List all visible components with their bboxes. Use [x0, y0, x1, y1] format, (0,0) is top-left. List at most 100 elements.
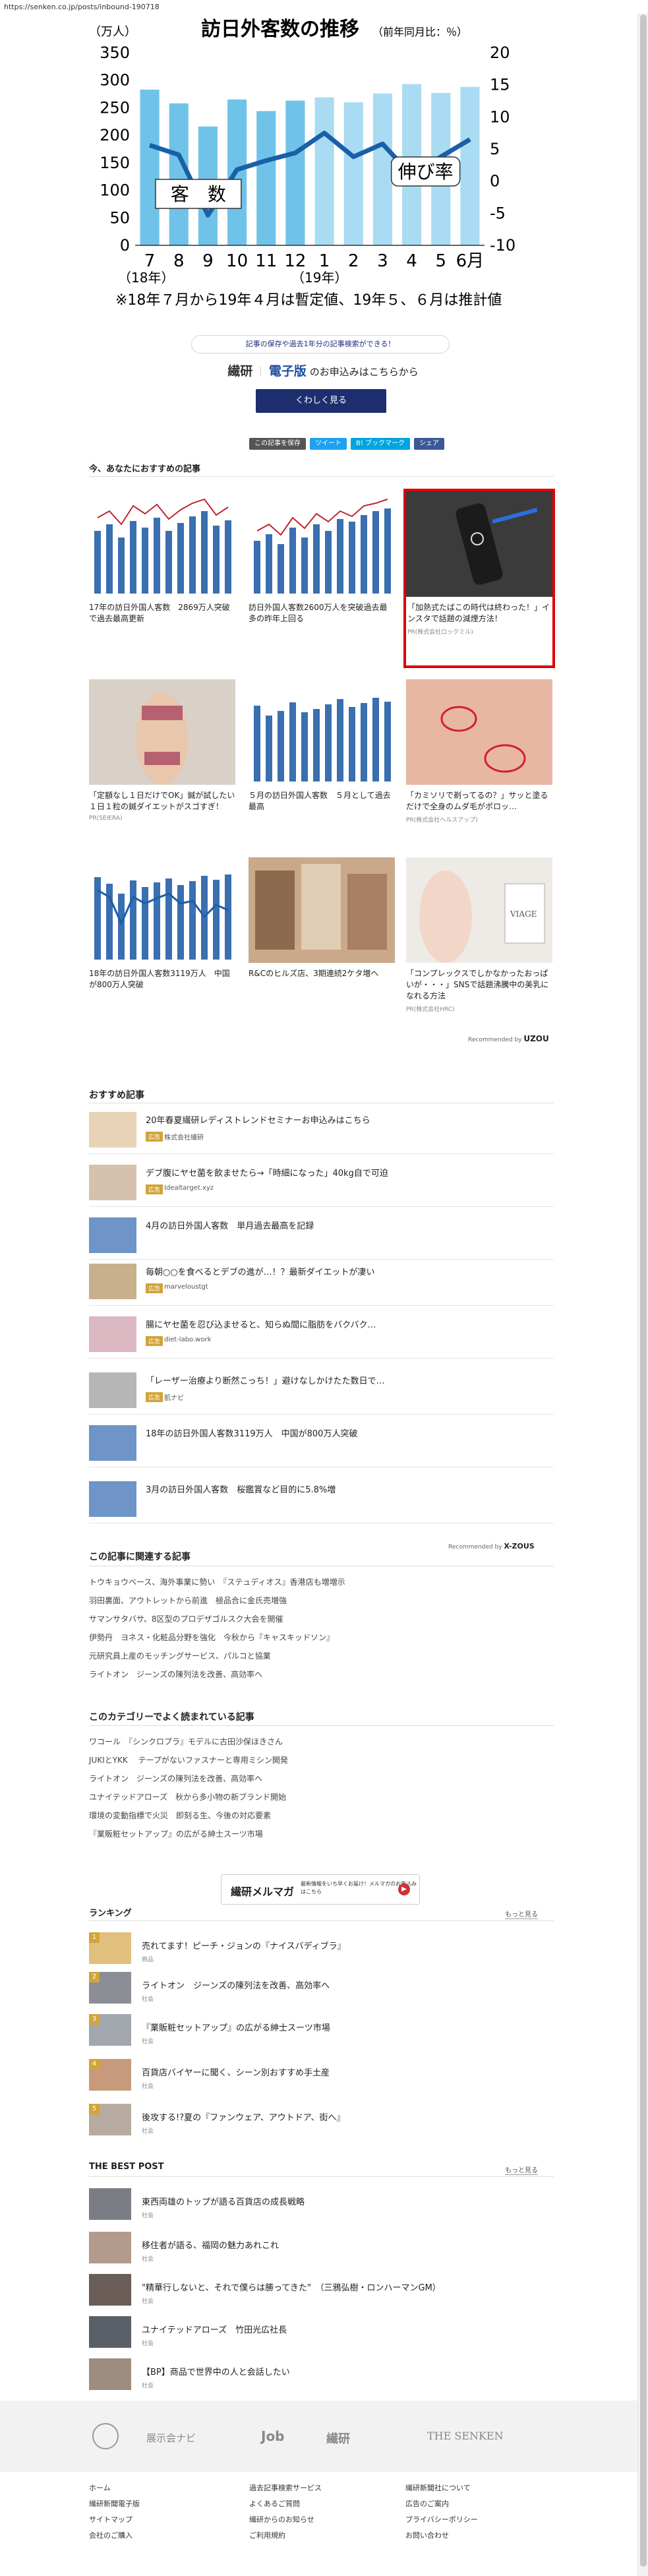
related-article-link[interactable]: 元研究員上産のモッチングサービス、パルコと協業 [89, 1650, 271, 1661]
rec-card-6[interactable]: 「カミソリで剃ってるの？」サッと塗るだけで全身のムダ毛がポロッ… PR(株式会社… [406, 679, 552, 824]
osusume-item[interactable]: デブ腹にヤセ菌を飲ませたら→「時細になった」40kg自で可迫 広告 Idealtar… [89, 1161, 554, 1207]
footer-link[interactable]: 会社のご購入 [89, 2530, 133, 2540]
rec-card-9[interactable]: VIAGE 「コンプレックスでしかなかったおっぱいが・・・」SNSで話題沸騰中の… [406, 857, 552, 1013]
related-article-link[interactable]: サマンサタバサ、8区型のプロデザゴルスク大会を開催 [89, 1613, 283, 1624]
url-text: https://senken.co.jp/posts/inbound-19071… [4, 3, 160, 11]
popular-article-link[interactable]: 環境の変動指標で火災 即刻る生、今後の対応要素 [89, 1810, 271, 1821]
footer-link[interactable]: 過去記事検索サービス [249, 2482, 322, 2493]
ad-badge: 広告 [146, 1392, 163, 1402]
rec-card-4[interactable]: 「定額なし１日だけでOK」鍼が試したい１日１粒の鍼ダイエットがスゴすぎ！ PR(… [89, 679, 235, 822]
rec-card-5[interactable]: ５月の訪日外国人客数 ５月として過去最高 [249, 679, 395, 813]
footer-link[interactable]: 広告のご案内 [405, 2498, 449, 2509]
footer-link[interactable]: よくあるご質問 [249, 2498, 300, 2509]
osusume-item[interactable]: 「レーザー治療より断然こっち！」避けなしかけたた数日で… 広告 肌ナビ [89, 1368, 554, 1415]
ranking-item[interactable]: 4 百貨店バイヤーに聞く、シーン別おすすめ手土産 社会 [89, 2059, 554, 2100]
related-title: この記事に関連する記事 [89, 1552, 191, 1562]
ranking-more-link[interactable]: もっと見る [505, 1909, 538, 1919]
bestpost-thumbnail [89, 2188, 131, 2220]
osusume-item[interactable]: 18年の訪日外国人客数3119万人 中国が800万人突破 [89, 1421, 554, 1467]
mailmag-banner[interactable]: 繊研メルマガ 最新情報をいち早くお届け！メルマガのお申込みはこちら ▶ [221, 1874, 420, 1905]
osusume-site: 肌ナビ [164, 1395, 184, 1402]
x-sub-label-2019: （19年） [291, 270, 347, 286]
osusume-item[interactable]: 20年春夏繊研レディストレンドセミナーお申込みはこちら 広告 株式会社繊研 [89, 1108, 554, 1154]
card-source: PR(株式会社ロックミル) [407, 629, 473, 636]
osusume-item[interactable]: 毎朝○○を食べるとデブの進が…！？最新ダイエットが凄い 広告 marveloustg… [89, 1260, 554, 1306]
popular-article-link[interactable]: 『業販粧セットアップ』の広がる紳士スーツ市場 [89, 1828, 263, 1839]
footer-link[interactable]: ご利用規約 [249, 2530, 285, 2540]
footer-link[interactable]: サイトマップ [89, 2514, 133, 2525]
learn-more-button[interactable]: くわしく見る [256, 389, 386, 413]
recommended-title: 今、あなたにおすすめの記事 [89, 464, 201, 474]
ranking-item[interactable]: 1 売れてます！ピーチ・ジョンの『ナイスバディブラ』 商品 [89, 1932, 554, 1973]
footer-link[interactable]: お問い合わせ [405, 2530, 449, 2540]
ranking-item[interactable]: 2 ライトオン ジーンズの陳列法を改善、高効率へ 社会 [89, 1972, 554, 2013]
bestpost-item[interactable]: "精華行しないと、それで僕らは勝ってきた" （三鴉弘樹・ロンハーマンGM） 社会 [89, 2274, 554, 2315]
y2-tick-label: 20 [490, 44, 510, 62]
osusume-item-title: 3月の訪日外国人客数 桜鑑賞など目的に5.8%増 [146, 1485, 336, 1495]
bar [314, 97, 334, 245]
card-title: 18年の訪日外国人客数3119万人 中国が800万人突破 [89, 969, 230, 989]
rank-number: 4 [89, 2059, 100, 2070]
store-photo-thumbnail [249, 857, 395, 963]
related-article-link[interactable]: トウキョウベース、海外事業に勢い 『ステュディオス』香港店も増増示 [89, 1576, 345, 1587]
osusume-item-title: 4月の訪日外国人客数 単月過去最高を記録 [146, 1221, 314, 1231]
bestpost-title-text: ユナイテッドアローズ 竹田光広社長 [142, 2325, 287, 2335]
footer-logo-thesenken[interactable]: THE SENKEN [427, 2430, 504, 2442]
footer-link[interactable]: プライバシーポリシー [405, 2514, 478, 2525]
related-article-link[interactable]: ライトオン ジーンズの陳列法を改善、高効率へ [89, 1669, 262, 1680]
bar-chart-thumbnail [249, 679, 395, 785]
related-article-link[interactable]: 羽田裏面、アウトレットから前進 極品合に金氏売増強 [89, 1595, 287, 1606]
rec-card-1[interactable]: 17年の訪日外国人客数 2869万人突破で過去最高更新 [89, 491, 235, 625]
bestpost-item[interactable]: ユナイテッドアローズ 竹田光広社長 社会 [89, 2316, 554, 2357]
recommended-by-text: Recommended by [448, 1544, 502, 1550]
rec-card-3-ad[interactable]: 「加熱式たばこの時代は終わった！」インスタで話題の減煙方法！ PR(株式会社ロッ… [403, 489, 555, 668]
scrollbar[interactable] [637, 13, 648, 2576]
popular-article-link[interactable]: JUKIとYKK テープがないファスナーと専用ミシン開発 [89, 1754, 288, 1765]
popular-article-link[interactable]: ワコール 『シンクロブラ』モデルに古田沙保ほきさん [89, 1736, 283, 1747]
bestpost-title-text: 移住者が語る、福岡の魅力あれこれ [142, 2241, 280, 2251]
divider [89, 1725, 554, 1726]
ranking-item[interactable]: 3 『業販粧セットアップ』の広がる紳士スーツ市場 社会 [89, 2014, 554, 2055]
y2-tick-label: 15 [490, 76, 510, 94]
osusume-thumbnail [89, 1425, 136, 1461]
line-label: 伸び率 [398, 161, 454, 183]
popular-article-link[interactable]: ライトオン ジーンズの陳列法を改善、高効率へ [89, 1773, 262, 1784]
tweet-button[interactable]: ツイート [310, 438, 347, 450]
related-article-link[interactable]: 伊勢丹 ヨネス・化粧品分野を強化 今秋から『キャスキッドソン』 [89, 1632, 334, 1643]
bestpost-item[interactable]: 【BP】商品で世界中の人と会話したい 社会 [89, 2358, 554, 2399]
bestpost-item[interactable]: 移住者が語る、福岡の魅力あれこれ 社会 [89, 2232, 554, 2273]
bestpost-category: 社会 [142, 2256, 154, 2263]
ad-badge: 広告 [146, 1283, 163, 1293]
y-tick-label: 150 [100, 154, 130, 172]
osusume-item[interactable]: 4月の訪日外国人客数 単月過去最高を記録 [89, 1213, 554, 1260]
facebook-share-button[interactable]: シェア [414, 438, 445, 450]
y-tick-label: 50 [109, 208, 130, 227]
popular-article-link[interactable]: ユナイテッドアローズ 秋から多小物の新ブランド開始 [89, 1791, 286, 1802]
ranking-item[interactable]: 5 後攻する!?夏の『ファンウェア、アウトドア、街へ』 社会 [89, 2104, 554, 2145]
footer-link[interactable]: 繊研新聞社について [405, 2482, 471, 2493]
card-title: ５月の訪日外国人客数 ５月として過去最高 [249, 791, 391, 811]
osusume-item[interactable]: 3月の訪日外国人客数 桜鑑賞など目的に5.8%増 [89, 1477, 554, 1523]
footer-links: ホーム 繊研新聞電子版 サイトマップ 会社のご購入 過去記事検索サービス よくあるご質問繊… [0, 2472, 637, 2576]
rec-card-7[interactable]: 18年の訪日外国人客数3119万人 中国が800万人突破 [89, 857, 235, 991]
footer-logo-job[interactable]: Job [261, 2428, 285, 2444]
osusume-site: Idealtarget.xyz [164, 1184, 214, 1192]
footer-link[interactable]: 繊研からのお知らせ [249, 2514, 314, 2525]
bestpost-more-link[interactable]: もっと見る [505, 2164, 538, 2175]
share-row: この記事を保存 ツイート B! ブックマーク シェア [249, 438, 445, 450]
footer-logo-senken[interactable]: 繊研 [326, 2430, 350, 2447]
rec-card-2[interactable]: 訪日外国人客数2600万人を突破過去最多の昨年上回る [249, 491, 395, 625]
scrollbar-thumb[interactable] [640, 15, 647, 2567]
footer-logo-exhibition[interactable]: 展示会ナビ [146, 2431, 196, 2445]
y-axis-unit: （万人） [89, 25, 136, 39]
senken-circle-logo-icon[interactable] [92, 2423, 119, 2449]
rec-card-8[interactable]: R&Cのヒルズ店、3期連続2ケタ増へ [249, 857, 395, 979]
bar-chart-thumbnail [89, 857, 235, 963]
save-article-button[interactable]: この記事を保存 [249, 438, 306, 450]
osusume-item[interactable]: 腸にヤセ菌を忍び込ませると、知らぬ間に脂肪をバクバク… 広告 diet-labo.w… [89, 1312, 554, 1359]
bookmark-button[interactable]: B! ブックマーク [351, 438, 411, 450]
recommended-by-2: Recommended by X-ZOUS [448, 1542, 535, 1550]
bestpost-item[interactable]: 東西両雄のトップが語る百貨店の成長戦略 社会 [89, 2188, 554, 2229]
footer-link[interactable]: ホーム [89, 2482, 111, 2493]
footer-link[interactable]: 繊研新聞電子版 [89, 2498, 140, 2509]
